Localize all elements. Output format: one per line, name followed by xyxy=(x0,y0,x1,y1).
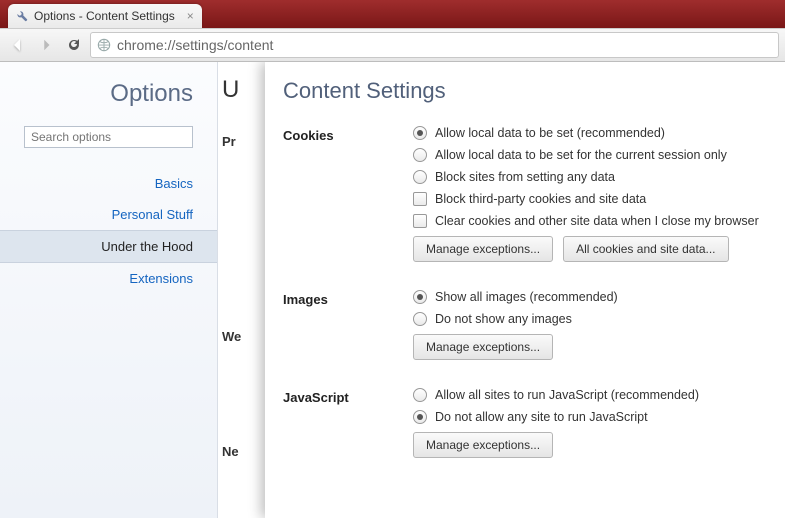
images-radio-hide[interactable]: Do not show any images xyxy=(413,312,773,326)
cookies-radio-allow[interactable]: Allow local data to be set (recommended) xyxy=(413,126,773,140)
reload-icon xyxy=(66,37,82,53)
tab-strip: Options - Content Settings × xyxy=(0,0,785,28)
globe-icon xyxy=(97,38,111,52)
cookies-manage-exceptions-button[interactable]: Manage exceptions... xyxy=(413,236,553,262)
section-title-javascript: JavaScript xyxy=(283,388,413,458)
reload-button[interactable] xyxy=(62,33,86,57)
sidebar-item-extensions[interactable]: Extensions xyxy=(0,263,217,294)
bg-label-network: Ne xyxy=(222,444,268,459)
radio-icon xyxy=(413,388,427,402)
cookies-check-clearonclose[interactable]: Clear cookies and other site data when I… xyxy=(413,214,773,228)
js-manage-exceptions-button[interactable]: Manage exceptions... xyxy=(413,432,553,458)
checkbox-icon xyxy=(413,192,427,206)
section-title-cookies: Cookies xyxy=(283,126,413,262)
section-javascript: JavaScript Allow all sites to run JavaSc… xyxy=(283,388,773,458)
wrench-icon xyxy=(16,10,28,22)
cookies-radio-session[interactable]: Allow local data to be set for the curre… xyxy=(413,148,773,162)
content-area: Options Basics Personal Stuff Under the … xyxy=(0,62,785,518)
section-cookies: Cookies Allow local data to be set (reco… xyxy=(283,126,773,262)
toolbar: chrome://settings/content xyxy=(0,28,785,62)
content-settings-overlay: Content Settings Cookies Allow local dat… xyxy=(265,62,785,518)
section-images: Images Show all images (recommended) Do … xyxy=(283,290,773,360)
radio-icon xyxy=(413,410,427,424)
images-radio-show[interactable]: Show all images (recommended) xyxy=(413,290,773,304)
js-radio-allow[interactable]: Allow all sites to run JavaScript (recom… xyxy=(413,388,773,402)
all-cookies-button[interactable]: All cookies and site data... xyxy=(563,236,728,262)
radio-icon xyxy=(413,170,427,184)
options-sidebar: Options Basics Personal Stuff Under the … xyxy=(0,62,218,518)
cookies-check-thirdparty[interactable]: Block third-party cookies and site data xyxy=(413,192,773,206)
sidebar-item-under-the-hood[interactable]: Under the Hood xyxy=(0,230,217,263)
bg-label-web: We xyxy=(222,329,268,344)
images-manage-exceptions-button[interactable]: Manage exceptions... xyxy=(413,334,553,360)
radio-icon xyxy=(413,148,427,162)
radio-icon xyxy=(413,290,427,304)
radio-icon xyxy=(413,126,427,140)
address-text: chrome://settings/content xyxy=(117,37,273,53)
tab-close-icon[interactable]: × xyxy=(187,9,194,23)
bg-label-privacy: Pr xyxy=(222,134,268,149)
browser-window: Options - Content Settings × chrome://se… xyxy=(0,0,785,518)
checkbox-icon xyxy=(413,214,427,228)
back-button[interactable] xyxy=(6,33,30,57)
background-page: U Pr We Ne xyxy=(218,62,268,518)
forward-button[interactable] xyxy=(34,33,58,57)
arrow-left-icon xyxy=(10,37,26,53)
bg-heading-fragment: U xyxy=(222,76,268,104)
arrow-right-icon xyxy=(39,38,53,52)
tab-title: Options - Content Settings xyxy=(34,9,175,23)
sidebar-nav: Basics Personal Stuff Under the Hood Ext… xyxy=(0,168,217,294)
sidebar-item-basics[interactable]: Basics xyxy=(0,168,217,199)
cookies-radio-block[interactable]: Block sites from setting any data xyxy=(413,170,773,184)
js-radio-block[interactable]: Do not allow any site to run JavaScript xyxy=(413,410,773,424)
sidebar-heading: Options xyxy=(0,74,217,126)
section-title-images: Images xyxy=(283,290,413,360)
browser-tab[interactable]: Options - Content Settings × xyxy=(8,4,202,28)
search-input[interactable] xyxy=(24,126,193,148)
overlay-title: Content Settings xyxy=(283,78,773,104)
address-bar[interactable]: chrome://settings/content xyxy=(90,32,779,58)
radio-icon xyxy=(413,312,427,326)
sidebar-item-personal-stuff[interactable]: Personal Stuff xyxy=(0,199,217,230)
